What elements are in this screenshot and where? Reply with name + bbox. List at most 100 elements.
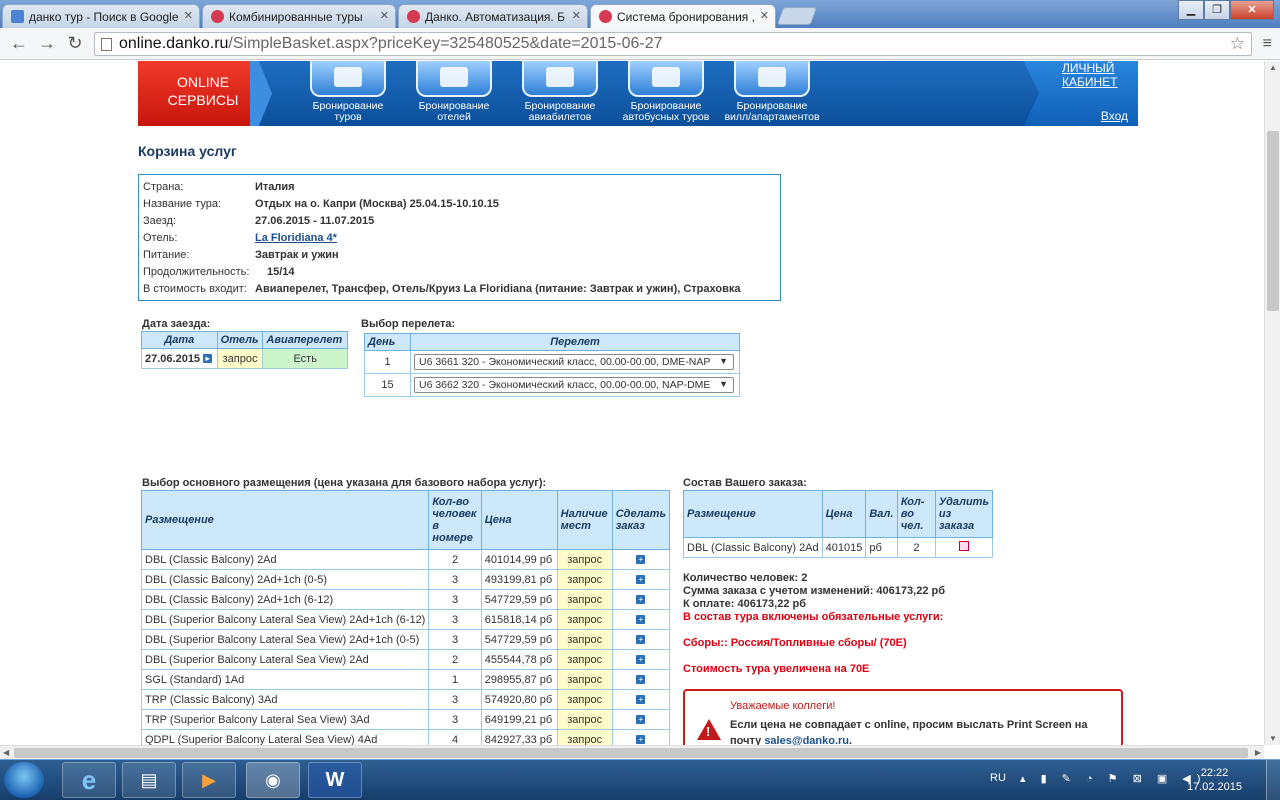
tab-close-icon[interactable]: ✕ (184, 9, 193, 22)
word-icon[interactable]: W (308, 762, 362, 798)
scroll-down-icon[interactable]: ▼ (1269, 734, 1277, 743)
checkin-date[interactable]: 27.06.2015 ▸ (141, 348, 218, 369)
delete-icon[interactable] (958, 541, 969, 551)
start-button[interactable] (4, 762, 44, 798)
system-tray: RU ▴ ▮ ✎ ◔ ⚑ ⊠ ▣ ◀) 22:22 17.02.2015 (980, 760, 1280, 800)
close-window-icon[interactable]: ✕ (1230, 0, 1274, 20)
scroll-thumb[interactable] (14, 748, 1248, 758)
new-tab-button[interactable] (776, 7, 818, 25)
hotel-link[interactable]: La Floridiana 4* (255, 232, 337, 244)
tray-icons[interactable]: ▴ ▮ ✎ ◔ ⚑ ⊠ ▣ ◀) (1020, 772, 1206, 785)
col-people: Кол-во чел. (896, 490, 936, 538)
table-row: QDPL (Superior Balcony Lateral Sea View)… (140, 729, 671, 745)
service-bus-tours[interactable]: Бронирование автобусных туров (614, 61, 718, 123)
browser-tab-combined-tours[interactable]: Комбинированные туры ✕ (202, 4, 396, 28)
warning-text: Если цена не совпадает с online, просим … (730, 719, 1088, 745)
add-to-order-icon[interactable]: + (636, 655, 646, 665)
included-services-title: В состав тура включены обязательные услу… (683, 611, 944, 623)
minimize-icon[interactable]: ▁ (1178, 0, 1204, 20)
vertical-scrollbar[interactable]: ▲ ▼ (1264, 61, 1280, 745)
fees-text: Сборы:: Россия/Топливные сборы/ (70E) (683, 637, 907, 649)
info-row-meals: Питание: Завтрак и ужин (143, 248, 339, 261)
personal-cabinet-link[interactable]: ЛИЧНЫЙ КАБИНЕТ (1062, 61, 1132, 89)
dropdown-arrow-icon: ▼ (719, 379, 728, 389)
tab-close-icon[interactable]: ✕ (760, 9, 769, 22)
info-row-hotel: Отель: La Floridiana 4* (143, 231, 337, 244)
language-indicator[interactable]: RU (990, 772, 1006, 784)
browser-tab-google[interactable]: данко тур - Поиск в Google ✕ (2, 4, 200, 28)
browser-tab-booking-system[interactable]: Система бронирования , ✕ (590, 4, 776, 28)
clock[interactable]: 22:22 17.02.2015 (1187, 766, 1242, 794)
danko-favicon-icon (407, 10, 420, 23)
add-to-order-icon[interactable]: + (636, 595, 646, 605)
table-row: 1 U6 3661 320 - Экономический класс, 00.… (364, 350, 740, 374)
order-sum: Сумма заказа с учетом изменений: 406173,… (683, 585, 946, 597)
bus-icon (628, 61, 704, 97)
show-desktop-button[interactable] (1266, 760, 1280, 800)
service-tours[interactable]: Бронирование туров (296, 61, 400, 123)
bookmark-star-icon[interactable]: ☆ (1230, 34, 1245, 54)
maximize-icon[interactable]: ❐ (1204, 0, 1230, 20)
checkin-title: Дата заезда: (142, 318, 211, 330)
scroll-left-icon[interactable]: ◀ (3, 748, 9, 757)
table-row: DBL (Classic Balcony) 2Ad 401015 рб 2 (683, 537, 994, 558)
file-explorer-icon[interactable]: ▤ (122, 762, 176, 798)
table-row: DBL (Classic Balcony) 2Ad 2 401014,99 рб за… (140, 549, 671, 570)
add-to-order-icon[interactable]: + (636, 695, 646, 705)
add-to-order-icon[interactable]: + (636, 715, 646, 725)
flight-select-outbound[interactable]: U6 3661 320 - Экономический класс, 00.00… (414, 354, 734, 370)
table-row: 27.06.2015 ▸ запрос Есть (141, 348, 348, 369)
scroll-right-icon[interactable]: ▶ (1255, 748, 1261, 757)
add-to-order-icon[interactable]: + (636, 615, 646, 625)
col-price: Цена (821, 490, 867, 538)
col-availability: Наличие мест (556, 490, 613, 550)
add-to-order-icon[interactable]: + (636, 735, 646, 745)
add-to-order-icon[interactable]: + (636, 675, 646, 685)
tab-close-icon[interactable]: ✕ (572, 9, 581, 22)
chrome-icon[interactable]: ◉ (246, 762, 300, 798)
forward-arrow-icon[interactable]: → (36, 33, 58, 54)
add-to-order-icon[interactable]: + (636, 575, 646, 585)
flight-table: День Перелет 1 U6 3661 320 - Экономическ… (364, 333, 740, 397)
col-date: Дата (141, 331, 218, 349)
select-arrow-icon[interactable]: ▸ (203, 354, 213, 364)
service-flights[interactable]: Бронирование авиабилетов (508, 61, 612, 123)
browser-menu-icon[interactable]: ≡ (1263, 35, 1272, 53)
col-day: День (364, 333, 411, 351)
browser-toolbar: ← → ↻ online.danko.ru/SimpleBasket.aspx?… (0, 28, 1280, 60)
horizontal-scrollbar[interactable]: ◀ ▶ (0, 745, 1264, 759)
table-row: DBL (Classic Balcony) 2Ad+1ch (6-12) 3 547… (140, 589, 671, 610)
danko-favicon-icon (211, 10, 224, 23)
online-services-badge[interactable]: ONLINE СЕРВИСЫ (138, 61, 268, 126)
tab-close-icon[interactable]: ✕ (380, 9, 389, 22)
media-player-icon[interactable]: ▶ (182, 762, 236, 798)
window-controls: ▁ ❐ ✕ (1178, 0, 1274, 20)
back-arrow-icon[interactable]: ← (8, 33, 30, 54)
login-link[interactable]: Вход (1101, 109, 1128, 123)
scroll-up-icon[interactable]: ▲ (1269, 63, 1277, 72)
info-row-country: Страна: Италия (143, 180, 295, 193)
email-link[interactable]: sales@danko.ru (764, 735, 849, 745)
service-hotels[interactable]: Бронирование отелей (402, 61, 506, 123)
address-bar[interactable]: online.danko.ru/SimpleBasket.aspx?priceK… (94, 32, 1252, 56)
dropdown-arrow-icon: ▼ (719, 356, 728, 366)
site-banner: ONLINE СЕРВИСЫ Бронирование туров Бронир… (138, 61, 1138, 126)
col-hotel: Отель (216, 331, 264, 349)
table-row: TRP (Classic Balcony) 3Ad 3 574920,80 рб за… (140, 689, 671, 710)
personal-cabinet: ЛИЧНЫЙ КАБИНЕТ Вход (1023, 61, 1138, 126)
scroll-thumb[interactable] (1267, 131, 1279, 311)
internet-explorer-icon[interactable]: e (62, 762, 116, 798)
service-villas[interactable]: Бронирование вилл/апартаментов (720, 61, 824, 123)
info-row-duration: Продолжительность: 15/14 (143, 265, 295, 278)
col-currency: Вал. (865, 490, 898, 538)
villa-icon (734, 61, 810, 97)
reload-icon[interactable]: ↻ (64, 33, 86, 54)
browser-tab-automation[interactable]: Данко. Автоматизация. Б ✕ (398, 4, 588, 28)
accommodation-title: Выбор основного размещения (цена указана… (142, 477, 547, 489)
add-to-order-icon[interactable]: + (636, 555, 646, 565)
table-row: DBL (Superior Balcony Lateral Sea View) … (140, 629, 671, 650)
add-to-order-icon[interactable]: + (636, 635, 646, 645)
order-table: Размещение Цена Вал. Кол-во чел. Удалить… (683, 490, 994, 558)
amount-to-pay: К оплате: 406173,22 рб (683, 598, 807, 610)
flight-select-return[interactable]: U6 3662 320 - Экономический класс, 00.00… (414, 377, 734, 393)
